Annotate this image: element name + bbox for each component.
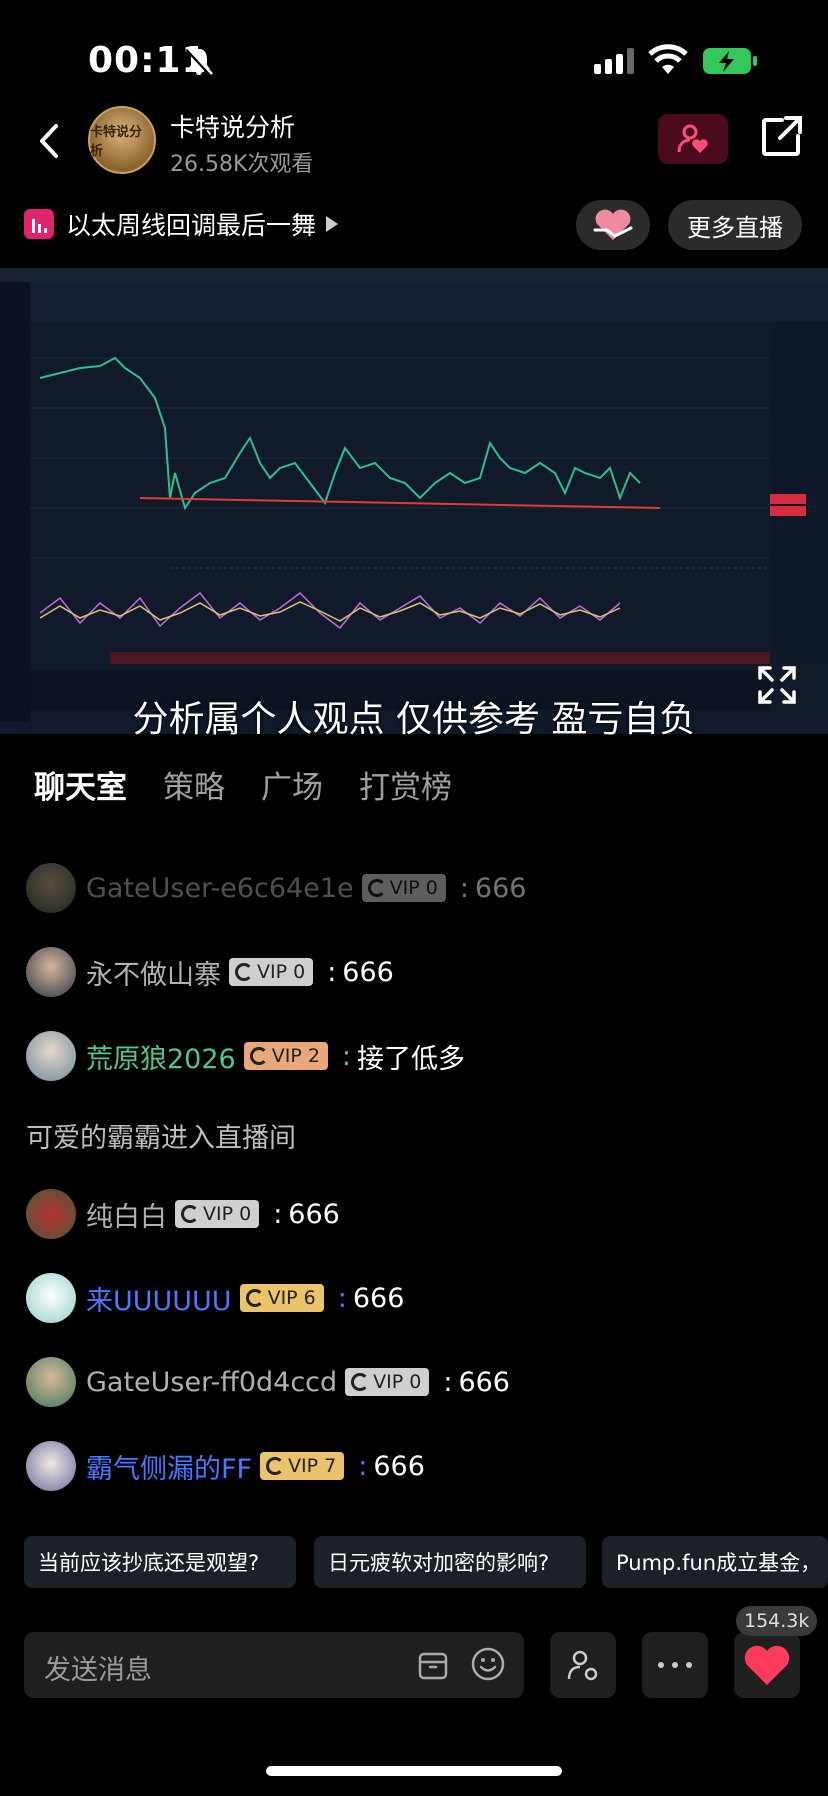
chat-username[interactable]: 来UUUUUU bbox=[86, 1279, 232, 1318]
ellipsis-icon bbox=[658, 1662, 692, 1668]
chat-text: 666 bbox=[373, 1450, 425, 1482]
live-topic[interactable]: 以太周线回调最后一舞 bbox=[24, 202, 339, 246]
chat-text: 666 bbox=[288, 1198, 340, 1230]
host-name[interactable]: 卡特说分析 bbox=[170, 108, 295, 144]
avatar[interactable] bbox=[26, 1357, 76, 1407]
chat-message: GateUser-ff0d4ccd VIP 0 : 666 bbox=[26, 1354, 510, 1410]
battery-charging-icon bbox=[703, 48, 757, 74]
profile-settings-button[interactable] bbox=[550, 1632, 616, 1698]
gate-logo-icon bbox=[245, 1289, 264, 1307]
chat-username[interactable]: 霸气侧漏的FF bbox=[86, 1447, 252, 1486]
vip-badge: VIP 0 bbox=[175, 1200, 260, 1228]
more-options-button[interactable] bbox=[642, 1632, 708, 1698]
tab-tip-leaderboard[interactable]: 打赏榜 bbox=[359, 762, 452, 807]
vip-badge: VIP 7 bbox=[260, 1452, 345, 1480]
back-arrow-icon[interactable] bbox=[30, 116, 70, 166]
chat-message: GateUser-e6c64e1e VIP 0 : 666 bbox=[26, 860, 526, 916]
chat-text: 666 bbox=[458, 1366, 510, 1398]
chat-message: 霸气侧漏的FF VIP 7 : 666 bbox=[26, 1438, 425, 1494]
more-live-button[interactable]: 更多直播 bbox=[668, 200, 802, 250]
suggested-question-chip[interactable]: Pump.fun成立基金， bbox=[602, 1536, 828, 1588]
host-avatar[interactable]: 卡特说分析 bbox=[88, 106, 156, 174]
bell-muted-icon bbox=[185, 47, 213, 77]
chat-username[interactable]: 荒原狼2026 bbox=[86, 1037, 236, 1076]
chat-message: 纯白白 VIP 0 : 666 bbox=[26, 1186, 340, 1242]
bar-chart-icon bbox=[24, 209, 54, 239]
gift-box-icon[interactable] bbox=[416, 1648, 450, 1682]
tab-chat-room[interactable]: 聊天室 bbox=[34, 762, 127, 807]
live-video-stream[interactable] bbox=[0, 268, 828, 734]
follow-button[interactable] bbox=[658, 114, 728, 164]
like-count-badge: 154.3k bbox=[736, 1606, 818, 1636]
heart-hand-icon bbox=[593, 209, 633, 240]
chat-message: 来UUUUUU VIP 6 : 666 bbox=[26, 1270, 404, 1326]
vip-badge: VIP 0 bbox=[361, 874, 446, 902]
suggested-question-chip[interactable]: 当前应该抄底还是观望? bbox=[24, 1536, 296, 1588]
share-icon[interactable] bbox=[760, 114, 804, 158]
user-gear-icon bbox=[567, 1650, 598, 1681]
gate-logo-icon bbox=[266, 1457, 285, 1475]
home-indicator[interactable] bbox=[266, 1766, 562, 1776]
system-join-message: 可爱的霸霸进入直播间 bbox=[26, 1123, 296, 1154]
trading-chart-frame bbox=[0, 268, 828, 734]
avatar[interactable] bbox=[26, 863, 76, 913]
status-bar: 00:11 bbox=[0, 0, 828, 110]
chat-message: 荒原狼2026 VIP 2 : 接了低多 bbox=[26, 1028, 465, 1084]
chat-text: 666 bbox=[342, 956, 394, 988]
view-count: 26.58K次观看 bbox=[170, 152, 314, 177]
message-input[interactable]: 发送消息 bbox=[24, 1632, 524, 1698]
chat-username[interactable]: 永不做山寨 bbox=[86, 953, 221, 992]
chat-username[interactable]: GateUser-e6c64e1e bbox=[86, 873, 354, 904]
gate-logo-icon bbox=[351, 1373, 370, 1391]
fullscreen-icon[interactable] bbox=[756, 664, 798, 706]
avatar[interactable] bbox=[26, 1031, 76, 1081]
wifi-icon bbox=[648, 44, 688, 74]
heart-icon bbox=[744, 1645, 790, 1685]
avatar[interactable] bbox=[26, 947, 76, 997]
chat-text: 666 bbox=[474, 872, 527, 904]
chat-text: 666 bbox=[352, 1282, 405, 1314]
gate-logo-icon bbox=[367, 879, 386, 897]
chat-username[interactable]: GateUser-ff0d4ccd bbox=[86, 1367, 337, 1398]
suggested-question-chip[interactable]: 日元疲软对加密的影响? bbox=[314, 1536, 586, 1588]
avatar[interactable] bbox=[26, 1189, 76, 1239]
chat-message: 永不做山寨 VIP 0 : 666 bbox=[26, 944, 394, 1000]
tab-square[interactable]: 广场 bbox=[261, 762, 323, 807]
vip-badge: VIP 0 bbox=[229, 958, 314, 986]
emoji-icon[interactable] bbox=[470, 1646, 506, 1682]
cellular-signal-icon bbox=[594, 48, 634, 74]
chat-username[interactable]: 纯白白 bbox=[86, 1195, 167, 1234]
video-disclaimer-subtitle: 分析属个人观点 仅供参考 盈亏自负 bbox=[132, 699, 696, 740]
like-button[interactable] bbox=[734, 1632, 800, 1698]
gate-logo-icon bbox=[249, 1047, 268, 1065]
host-avatar-logo-text: 卡特说分析 bbox=[90, 125, 143, 159]
room-tabs: 聊天室 策略 广场 打赏榜 bbox=[34, 762, 452, 807]
avatar[interactable] bbox=[26, 1273, 76, 1323]
topic-title: 以太周线回调最后一舞 bbox=[66, 211, 317, 240]
gate-logo-icon bbox=[235, 963, 253, 981]
gate-logo-icon bbox=[181, 1205, 199, 1223]
live-header: 卡特说分析 卡特说分析 26.58K次观看 bbox=[0, 96, 828, 196]
vip-badge: VIP 6 bbox=[239, 1284, 324, 1312]
avatar[interactable] bbox=[26, 1441, 76, 1491]
gift-heart-button[interactable] bbox=[576, 200, 650, 250]
chat-text: 接了低多 bbox=[357, 1043, 466, 1075]
play-triangle-icon bbox=[326, 216, 339, 232]
message-input-placeholder: 发送消息 bbox=[44, 1655, 152, 1686]
vip-badge: VIP 0 bbox=[345, 1368, 430, 1396]
vip-badge: VIP 2 bbox=[243, 1042, 328, 1070]
tab-strategy[interactable]: 策略 bbox=[163, 762, 225, 807]
user-heart-icon bbox=[677, 124, 708, 153]
